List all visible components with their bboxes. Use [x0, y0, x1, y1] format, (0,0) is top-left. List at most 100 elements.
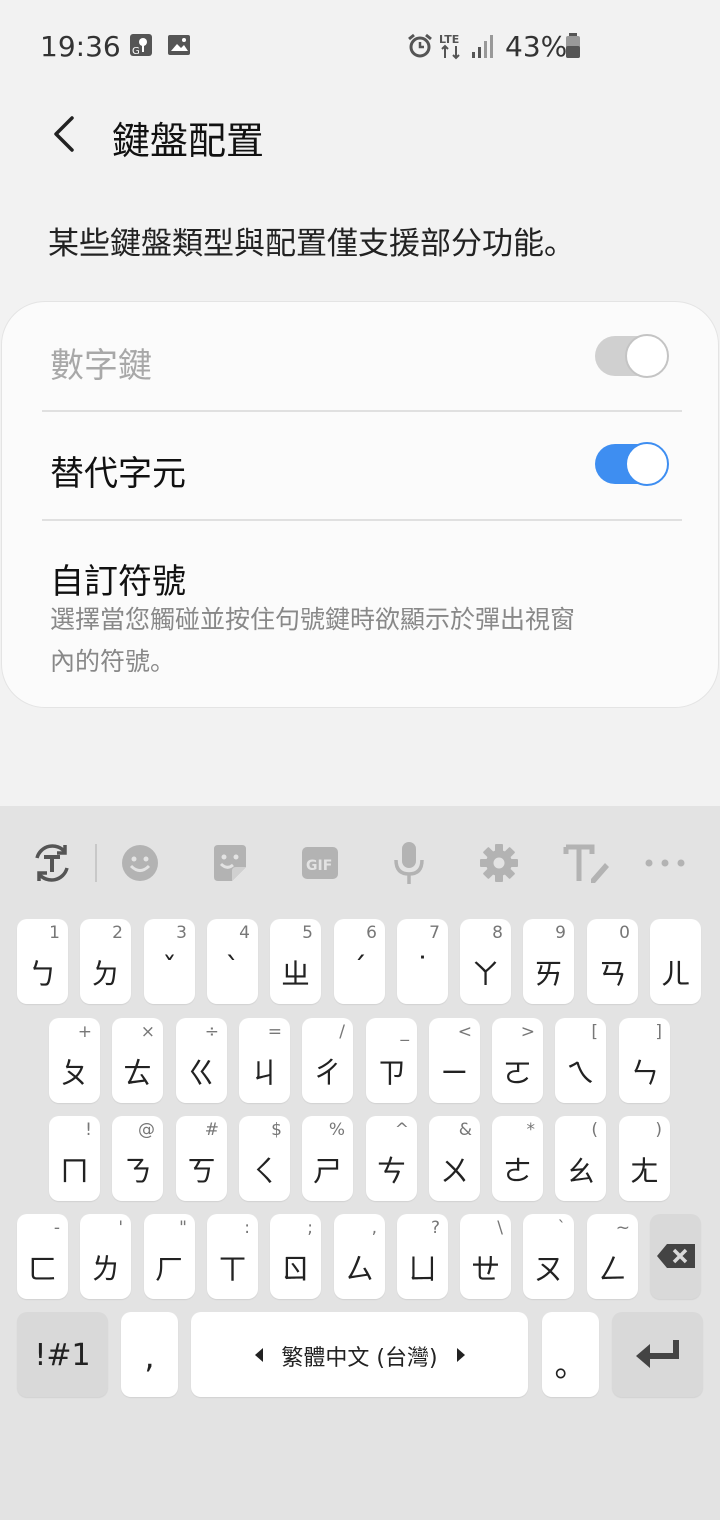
- key-ㄑ[interactable]: $ ㄑ: [239, 1116, 290, 1201]
- key-ㄢ[interactable]: 0ㄢ: [587, 919, 638, 1004]
- voice-input-icon[interactable]: [384, 838, 434, 888]
- backspace-key[interactable]: [650, 1214, 701, 1299]
- key-main-label: ㄓ: [280, 957, 310, 991]
- key-ㄚ[interactable]: 8ㄚ: [460, 919, 511, 1004]
- key-ㄆ[interactable]: + ㄆ: [49, 1018, 100, 1103]
- alt-chars-toggle[interactable]: [595, 442, 669, 486]
- key-hint-label: *: [526, 1120, 536, 1140]
- key-hint-label: ;: [307, 1218, 313, 1238]
- key-ㄥ[interactable]: ~ ㄥ: [587, 1214, 638, 1299]
- alt-chars-label[interactable]: 替代字元: [50, 446, 186, 495]
- key-hint-label: [: [591, 1022, 598, 1042]
- key-ㄍ[interactable]: ÷ ㄍ: [176, 1018, 227, 1103]
- key-ㄤ[interactable]: ) ㄤ: [619, 1116, 670, 1201]
- key-hint-label: %: [328, 1120, 345, 1140]
- key-ㄎ[interactable]: # ㄎ: [176, 1116, 227, 1201]
- key-ㄙ[interactable]: ,ㄙ: [334, 1214, 385, 1299]
- numeric-keys-toggle[interactable]: [595, 334, 669, 378]
- key-ㄞ[interactable]: 9ㄞ: [523, 919, 574, 1004]
- key-ˋ[interactable]: 4ˋ: [207, 919, 258, 1004]
- key-ㄧ[interactable]: < ㄧ: [429, 1018, 480, 1103]
- svg-text:LTE: LTE: [439, 33, 459, 46]
- key-main-label: ㄏ: [154, 1252, 184, 1286]
- toggle-knob: [625, 442, 669, 486]
- key-ㄝ[interactable]: \ ㄝ: [460, 1214, 511, 1299]
- key-ㄇ[interactable]: ! ㄇ: [49, 1116, 100, 1201]
- key-main-label: ㄠ: [565, 1154, 595, 1188]
- key-hint-label: ,: [371, 1218, 377, 1238]
- key-ㄓ[interactable]: 5ㄓ: [270, 919, 321, 1004]
- key-hint-label: ^: [394, 1120, 409, 1140]
- comma-key[interactable]: ,: [121, 1312, 178, 1397]
- key-ㄣ[interactable]: ] ㄣ: [619, 1018, 670, 1103]
- key-ㄌ[interactable]: ' ㄌ: [80, 1214, 131, 1299]
- divider: [42, 410, 682, 412]
- key-ㄉ[interactable]: 2ㄉ: [80, 919, 131, 1004]
- symbols-key[interactable]: !#1: [17, 1312, 108, 1397]
- key-ㄩ[interactable]: ? ㄩ: [397, 1214, 448, 1299]
- emoji-icon[interactable]: [115, 838, 165, 888]
- key-ㄠ[interactable]: (ㄠ: [555, 1116, 606, 1201]
- key-main-label: ㄤ: [629, 1154, 659, 1188]
- keyboard: GIF 1 ㄅ 2 ㄉ 3 ˇ 4 ˋ 5 ㄓ 6 ˊ 7 ˙ 8 ㄚ 9 ㄞ 0 ㄢㄦ + ㄆ × ㄊ ÷ ㄍ = ㄐ / ㄔ _ ㄗ < ㄧ…: [0, 806, 720, 1520]
- maps-notification-icon: G: [130, 34, 152, 57]
- key-main-label: ㄟ: [565, 1056, 595, 1090]
- key-ㄗ[interactable]: _ ㄗ: [366, 1018, 417, 1103]
- key-ㄕ[interactable]: % ㄕ: [302, 1116, 353, 1201]
- key-main-label: ㄅ: [27, 957, 57, 991]
- key-ㄅ[interactable]: 1ㄅ: [17, 919, 68, 1004]
- key-ˇ[interactable]: 3ˇ: [144, 919, 195, 1004]
- key-ㄐ[interactable]: = ㄐ: [239, 1018, 290, 1103]
- key-ㄏ[interactable]: " ㄏ: [144, 1214, 195, 1299]
- key-hint-label: 4: [239, 923, 250, 943]
- backspace-icon: [657, 1244, 695, 1268]
- settings-gear-icon[interactable]: [474, 838, 524, 888]
- period-key[interactable]: 。: [542, 1312, 599, 1397]
- key-ㄜ[interactable]: * ㄜ: [492, 1116, 543, 1201]
- key-hint-label: +: [77, 1022, 92, 1042]
- gif-icon[interactable]: GIF: [295, 838, 345, 888]
- key-hint-label: 3: [176, 923, 187, 943]
- key-ㄖ[interactable]: ; ㄖ: [270, 1214, 321, 1299]
- text-style-icon[interactable]: [562, 838, 612, 888]
- key-ㄒ[interactable]: :ㄒ: [207, 1214, 258, 1299]
- key-main-label: ㄍ: [186, 1056, 216, 1090]
- key-ㄊ[interactable]: × ㄊ: [112, 1018, 163, 1103]
- key-ㄨ[interactable]: & ㄨ: [429, 1116, 480, 1201]
- key-main-label: ㄔ: [312, 1056, 342, 1090]
- key-hint-label: ): [655, 1120, 662, 1140]
- symbols-key-label: !#1: [34, 1338, 91, 1373]
- key-hint-label: ]: [655, 1022, 662, 1042]
- key-main-label: ㄖ: [280, 1252, 310, 1286]
- comma-key-label: ,: [144, 1338, 155, 1376]
- key-hint-label: _: [400, 1022, 410, 1042]
- key-main-label: ㄚ: [470, 957, 500, 991]
- more-options-icon[interactable]: [640, 838, 690, 888]
- key-hint-label: 7: [429, 923, 440, 943]
- key-ㄡ[interactable]: ` ㄡ: [523, 1214, 574, 1299]
- key-ㄋ[interactable]: @ ㄋ: [112, 1116, 163, 1201]
- space-key[interactable]: 繁體中文 (台灣): [191, 1312, 528, 1397]
- key-main-label: ㄢ: [597, 957, 627, 991]
- key-˙[interactable]: 7 ˙: [397, 919, 448, 1004]
- key-main-label: ㄊ: [122, 1056, 152, 1090]
- key-hint-label: ": [179, 1218, 187, 1238]
- key-ㄦ[interactable]: ㄦ: [650, 919, 701, 1004]
- key-ˊ[interactable]: 6ˊ: [334, 919, 385, 1004]
- enter-icon: [636, 1340, 679, 1368]
- enter-key[interactable]: [612, 1312, 703, 1397]
- back-arrow-icon[interactable]: [44, 112, 88, 156]
- key-hint-label: (: [591, 1120, 598, 1140]
- key-ㄟ[interactable]: [ㄟ: [555, 1018, 606, 1103]
- key-main-label: ㄆ: [59, 1056, 89, 1090]
- svg-text:G: G: [132, 46, 140, 57]
- alarm-icon: [408, 33, 432, 58]
- language-right-arrow-icon: [457, 1348, 465, 1362]
- key-ㄛ[interactable]: > ㄛ: [492, 1018, 543, 1103]
- translate-toggle-icon[interactable]: [27, 838, 77, 888]
- key-ㄘ[interactable]: ^ ㄘ: [366, 1116, 417, 1201]
- key-ㄔ[interactable]: / ㄔ: [302, 1018, 353, 1103]
- sticker-icon[interactable]: [205, 838, 255, 888]
- key-ㄈ[interactable]: -ㄈ: [17, 1214, 68, 1299]
- key-main-label: ˙: [415, 951, 430, 985]
